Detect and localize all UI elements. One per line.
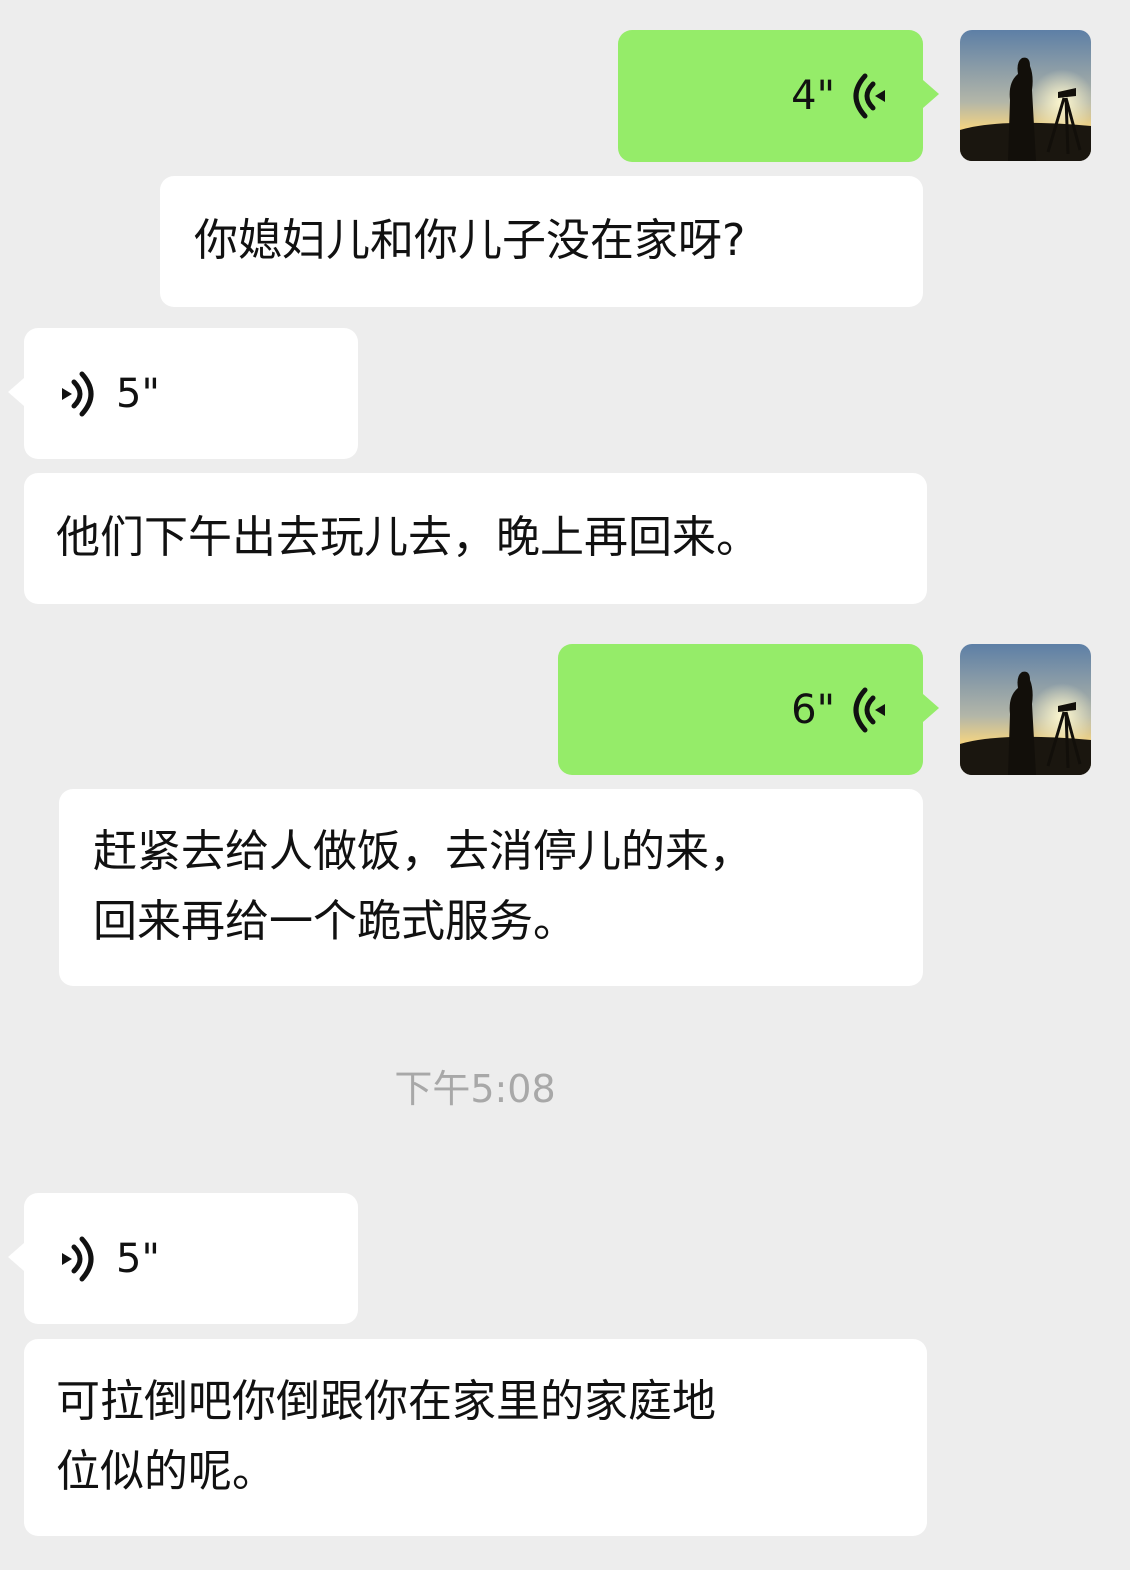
- voice-message-bubble[interactable]: 5": [8, 1193, 358, 1324]
- text-message-bubble[interactable]: 赶紧去给人做饭，去消停儿的来， 回来再给一个跪式服务。: [59, 789, 923, 986]
- voice-message-bubble[interactable]: 5": [8, 328, 358, 459]
- voice-message-bubble[interactable]: 4": [618, 30, 939, 162]
- avatar[interactable]: [960, 30, 1091, 161]
- voice-wave-right-icon: [62, 371, 94, 417]
- voice-duration: 4": [791, 73, 835, 119]
- message-text: 赶紧去给人做饭，去消停儿的来， 回来再给一个跪式服务。: [93, 826, 753, 947]
- timestamp-separator: 下午5:08: [394, 1067, 556, 1111]
- avatar[interactable]: [960, 644, 1091, 775]
- avatar-silhouette-photographer-icon: [960, 644, 1091, 775]
- voice-wave-right-icon: [62, 1236, 94, 1282]
- message-text: 他们下午出去玩儿去，晚上再回来。: [56, 512, 760, 563]
- text-message-bubble[interactable]: 可拉倒吧你倒跟你在家里的家庭地 位似的呢。: [24, 1339, 927, 1536]
- voice-wave-left-icon: [853, 687, 885, 733]
- avatar-silhouette-photographer-icon: [960, 30, 1091, 161]
- message-text: 你媳妇儿和你儿子没在家呀?: [194, 215, 746, 266]
- text-message-bubble[interactable]: 你媳妇儿和你儿子没在家呀?: [160, 176, 923, 307]
- voice-duration: 5": [116, 1236, 160, 1282]
- voice-duration: 6": [791, 687, 835, 733]
- text-message-bubble[interactable]: 他们下午出去玩儿去，晚上再回来。: [24, 473, 927, 604]
- message-text: 可拉倒吧你倒跟你在家里的家庭地 位似的呢。: [56, 1376, 716, 1497]
- voice-duration: 5": [116, 371, 160, 417]
- voice-wave-left-icon: [853, 73, 885, 119]
- voice-message-bubble[interactable]: 6": [558, 644, 939, 775]
